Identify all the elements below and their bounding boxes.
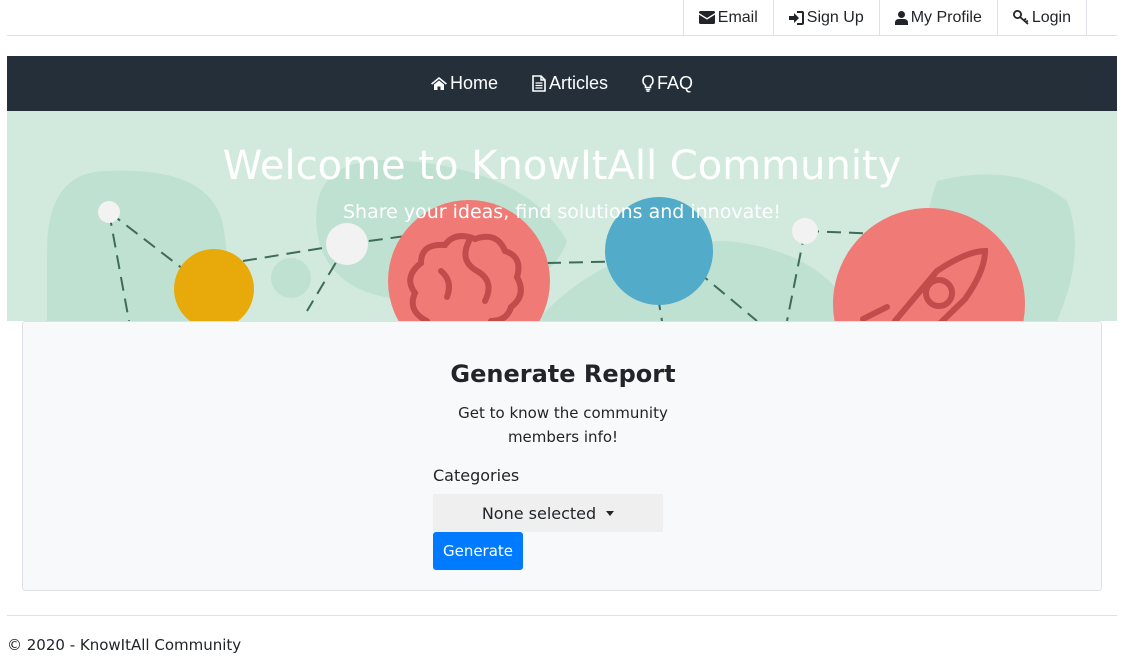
login-label: Login [1031,8,1071,26]
email-label: Email [717,8,758,26]
caret-down-icon [606,510,615,516]
nav-faq[interactable]: FAQ [642,73,693,94]
report-description: Get to know the community members info! [458,404,668,446]
envelope-icon [698,11,715,24]
hero-title: Welcome to KnowItAll Community [222,143,902,189]
lightbulb-icon [642,75,654,92]
my-profile-link[interactable]: My Profile [878,0,997,35]
nav-home[interactable]: Home [430,73,498,94]
hero-banner: Welcome to KnowItAll Community Share you… [7,111,1117,321]
categories-select-value: None selected [481,503,597,523]
email-link[interactable]: Email [682,0,773,35]
nav-faq-label: FAQ [657,73,694,93]
categories-select[interactable]: None selected [433,494,663,532]
report-card: Generate Report Get to know the communit… [22,321,1102,591]
top-utility-bar: Email Sign Up My Profile Login [7,0,1117,36]
my-profile-label: My Profile [910,8,982,26]
sign-up-link[interactable]: Sign Up [772,0,879,35]
top-links: Email Sign Up My Profile Login [682,0,1087,35]
key-icon [1012,10,1029,25]
report-title: Generate Report [450,360,676,388]
home-icon [430,77,447,90]
footer-divider [7,615,1117,616]
file-icon [532,75,546,92]
nav-articles-label: Articles [548,73,608,93]
categories-label: Categories [433,466,520,485]
user-icon [894,10,908,25]
login-link[interactable]: Login [996,0,1087,35]
sign-up-label: Sign Up [806,8,864,26]
main-navbar: Home Articles FAQ [7,56,1117,111]
generate-button[interactable]: Generate [433,532,523,570]
nav-home-label: Home [449,73,498,93]
hero-subtitle: Share your ideas, find solutions and inn… [343,201,781,223]
sign-in-icon [788,10,804,25]
nav-articles[interactable]: Articles [532,73,608,94]
footer-copyright: © 2020 - KnowItAll Community [7,636,242,654]
